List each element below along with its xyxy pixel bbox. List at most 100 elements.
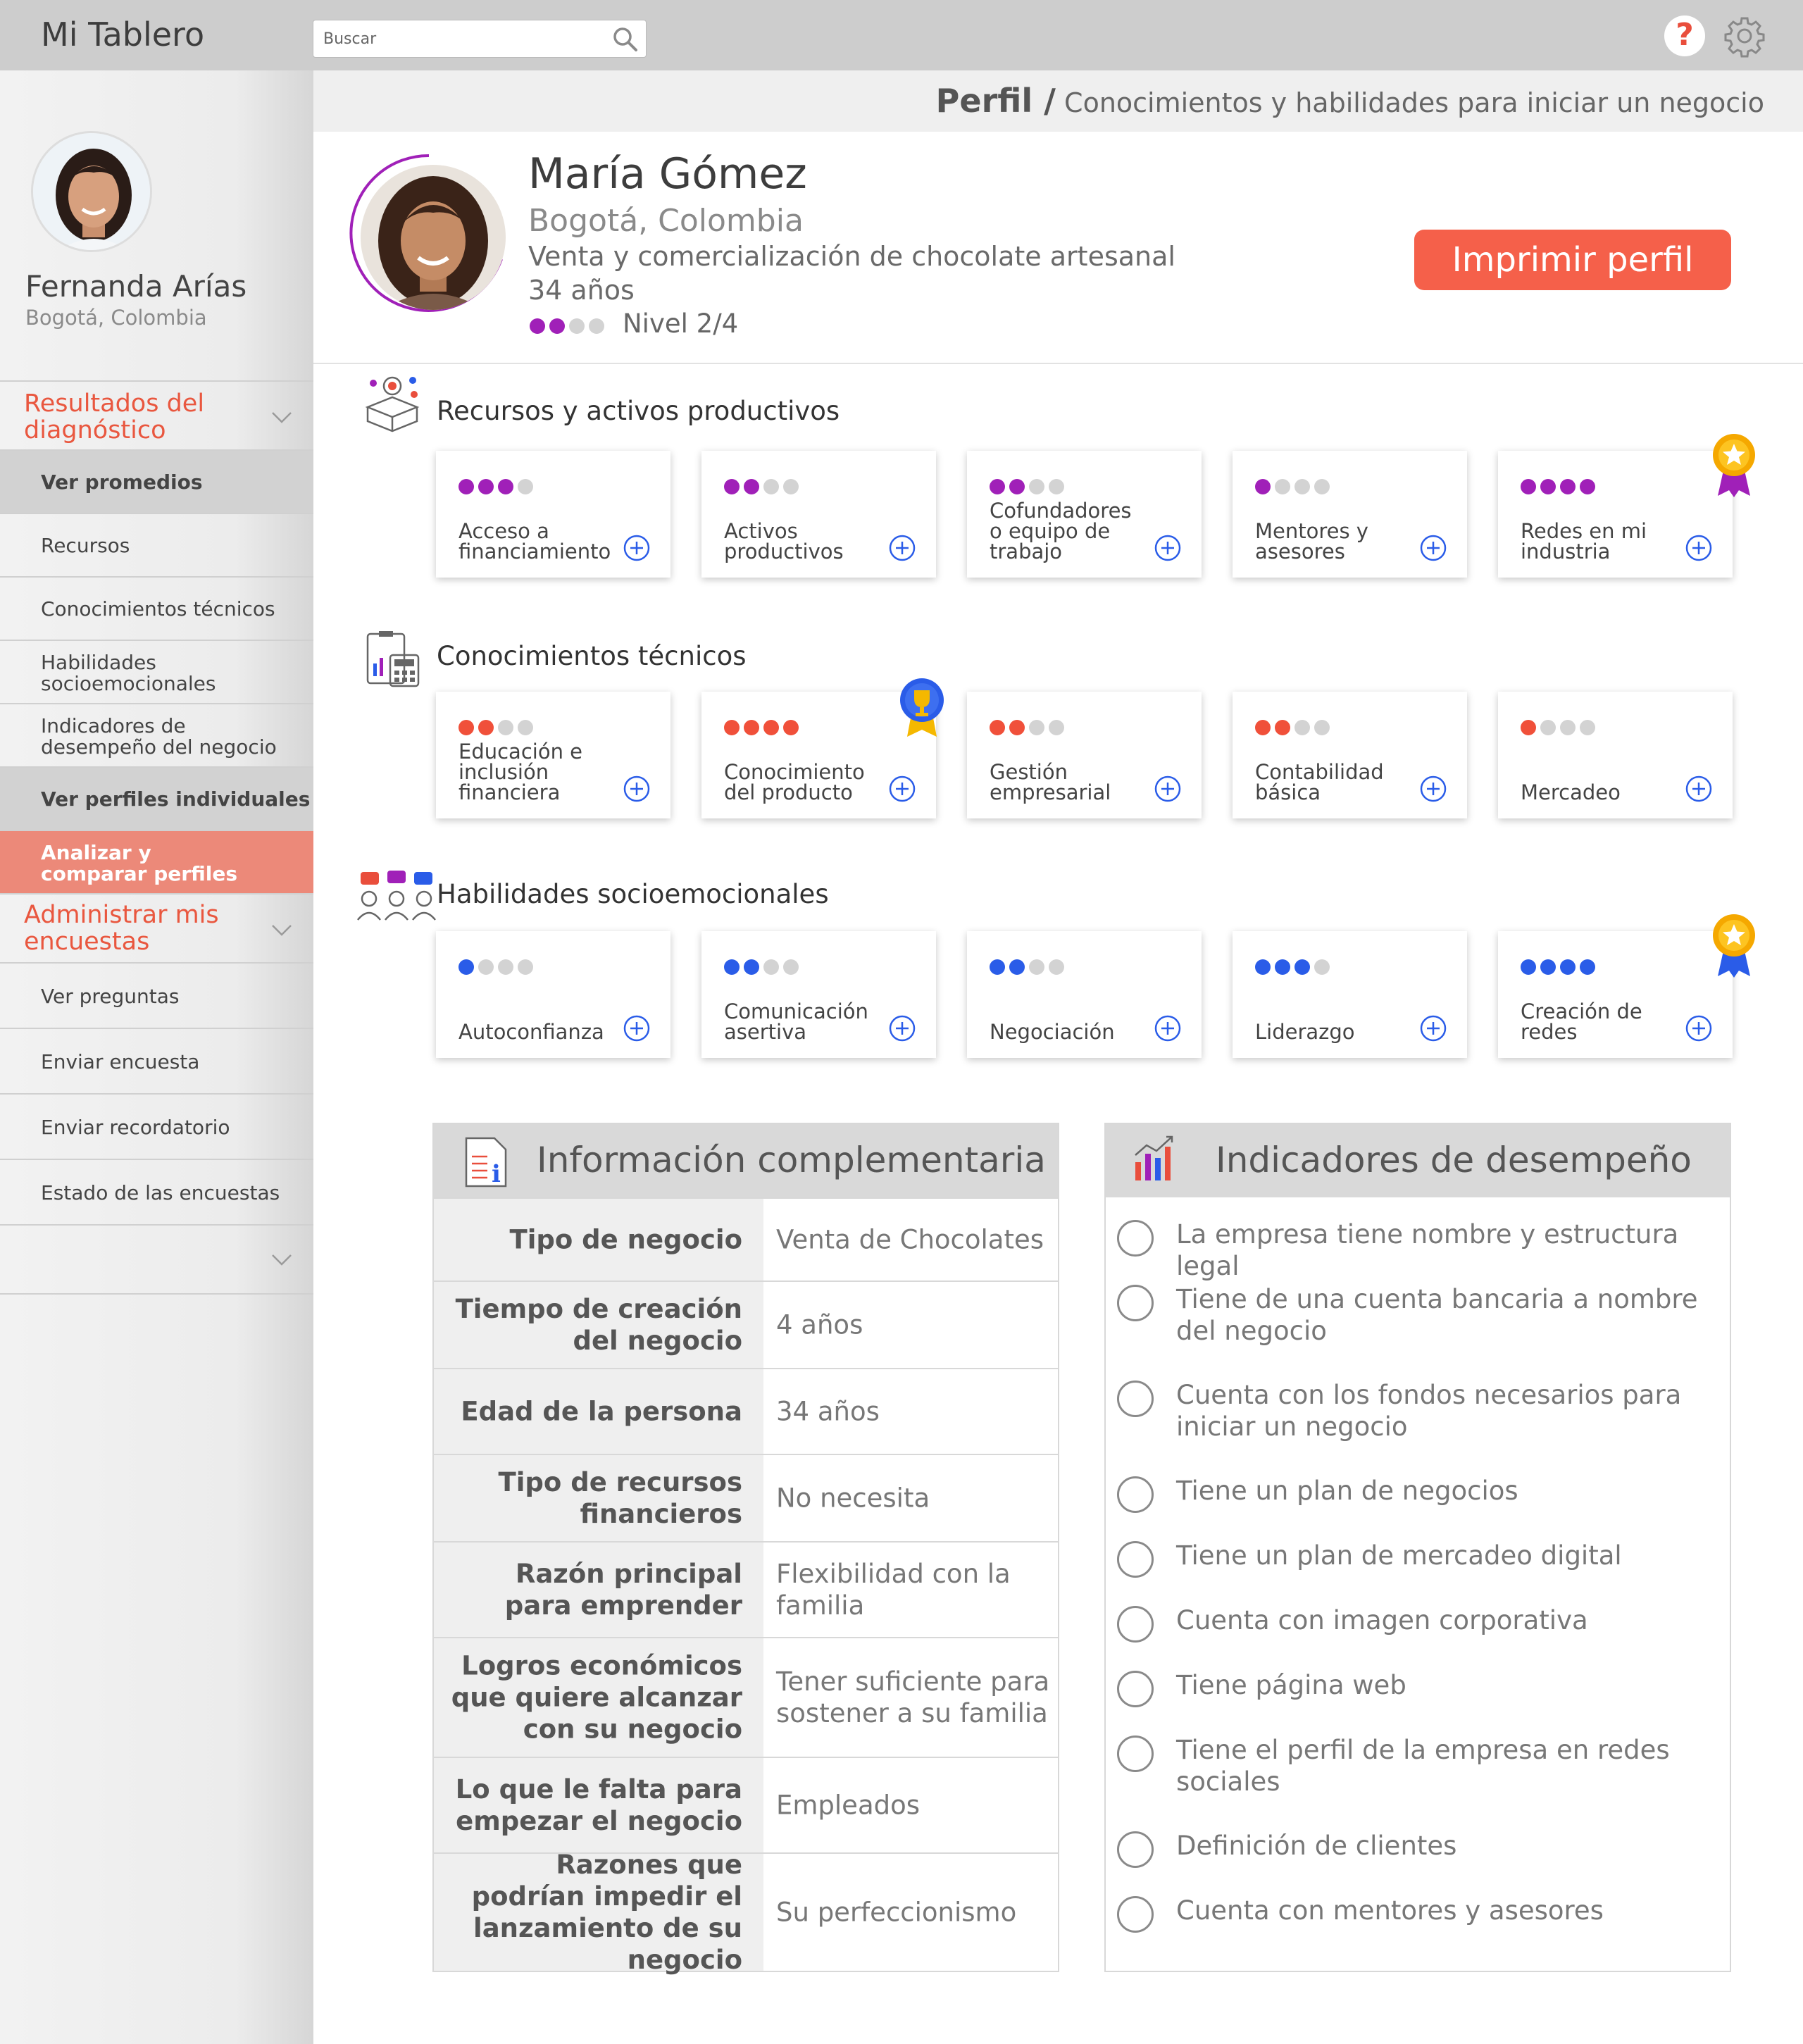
- help-icon[interactable]: ?: [1664, 15, 1705, 56]
- skill-card[interactable]: Comunicación asertiva: [701, 931, 936, 1058]
- skill-card[interactable]: Acceso a financiamiento: [436, 451, 670, 578]
- skill-level-dots: [1255, 720, 1334, 738]
- skill-card[interactable]: Liderazgo: [1233, 931, 1467, 1058]
- plus-icon[interactable]: [623, 1014, 651, 1042]
- skill-card[interactable]: Gestión empresarial: [967, 692, 1202, 818]
- level-dot-empty: [1314, 720, 1330, 735]
- plus-icon[interactable]: [1419, 534, 1447, 562]
- nav-item-more[interactable]: [0, 1226, 313, 1295]
- info-key: Tipo de recursos financieros: [498, 1467, 743, 1529]
- indicator-radio[interactable]: [1117, 1606, 1154, 1643]
- info-row: Logros económicos que quiere alcanzar co…: [434, 1637, 1059, 1757]
- skill-card[interactable]: Educación e inclusión financiera: [436, 692, 670, 818]
- skill-card[interactable]: Contabilidad básica: [1233, 692, 1467, 818]
- nav-item-ver-promedios[interactable]: Ver promedios: [0, 451, 313, 514]
- plus-icon[interactable]: [1685, 775, 1713, 803]
- skill-card[interactable]: Mentores y asesores: [1233, 451, 1467, 578]
- skill-card-label: Activos productivos: [724, 519, 844, 563]
- skill-level-dots: [458, 720, 537, 738]
- nav-item-indicadores[interactable]: Indicadores de desempeño del negocio: [0, 704, 313, 768]
- skill-card[interactable]: Mercadeo: [1498, 692, 1733, 818]
- plus-icon[interactable]: [888, 775, 916, 803]
- bar-chart-icon: [1135, 1135, 1173, 1180]
- chevron-down-icon[interactable]: [271, 1254, 292, 1266]
- skill-card[interactable]: Activos productivos: [701, 451, 936, 578]
- plus-icon[interactable]: [1419, 775, 1447, 803]
- level-dot-filled: [990, 479, 1005, 494]
- indicator-radio[interactable]: [1117, 1896, 1154, 1933]
- chevron-down-icon[interactable]: [271, 411, 292, 424]
- blue-medal-icon: [1711, 911, 1757, 979]
- breadcrumb-bar: Perfil / Conocimientos y habilidades par…: [313, 70, 1803, 132]
- plus-icon[interactable]: [623, 775, 651, 803]
- info-key-cell: Edad de la persona: [434, 1369, 763, 1454]
- nav-item-conocimientos-tecnicos[interactable]: Conocimientos técnicos: [0, 578, 313, 641]
- nav-item-analizar-perfiles[interactable]: Analizar y comparar perfiles: [0, 831, 313, 895]
- plus-icon[interactable]: [1154, 1014, 1182, 1042]
- level-dot-filled: [744, 479, 759, 494]
- level-dot-empty: [1580, 720, 1595, 735]
- skill-card[interactable]: Autoconfianza: [436, 931, 670, 1058]
- skill-card[interactable]: Redes en mi industria: [1498, 451, 1733, 578]
- nav-item-estado-encuestas[interactable]: Estado de las encuestas: [0, 1160, 313, 1226]
- nav-item-label: Estado de las encuestas: [41, 1181, 280, 1204]
- indicator-radio[interactable]: [1117, 1220, 1154, 1257]
- level-dot-filled: [1009, 479, 1025, 494]
- nav-item-habilidades[interactable]: Habilidades socioemocionales: [0, 641, 313, 704]
- plus-icon[interactable]: [1154, 775, 1182, 803]
- level-dot-empty: [478, 959, 494, 975]
- nav-section-resultados[interactable]: Resultados del diagnóstico: [0, 380, 313, 451]
- nav-item-label: Ver perfiles individuales: [41, 787, 311, 811]
- indicator-radio[interactable]: [1117, 1671, 1154, 1707]
- indicator-label: Cuenta con imagen corporativa: [1176, 1605, 1588, 1635]
- level-dot-empty: [763, 959, 779, 975]
- nav-item-enviar-recordatorio[interactable]: Enviar recordatorio: [0, 1095, 313, 1160]
- plus-icon[interactable]: [1154, 534, 1182, 562]
- search-input[interactable]: [323, 27, 605, 50]
- indicator-radio[interactable]: [1117, 1831, 1154, 1868]
- plus-icon[interactable]: [623, 534, 651, 562]
- indicator-radio[interactable]: [1117, 1735, 1154, 1772]
- skill-card-label: Mentores y asesores: [1255, 519, 1368, 563]
- search-icon[interactable]: [611, 25, 640, 54]
- nav-item-ver-preguntas[interactable]: Ver preguntas: [0, 964, 313, 1029]
- nav-section-administrar[interactable]: Administrar mis encuestas: [0, 895, 313, 964]
- info-key: Tiempo de creación del negocio: [455, 1294, 742, 1356]
- indicator-radio[interactable]: [1117, 1541, 1154, 1578]
- plus-icon[interactable]: [1685, 1014, 1713, 1042]
- skill-card-label: Gestión empresarial: [990, 760, 1111, 804]
- level-dot-filled: [498, 479, 513, 494]
- info-row: Edad de la persona 34 años: [434, 1368, 1059, 1454]
- plus-icon[interactable]: [888, 534, 916, 562]
- indicator-label: Tiene un plan de mercadeo digital: [1176, 1540, 1622, 1571]
- chevron-down-icon[interactable]: [271, 924, 292, 937]
- trophy-badge-icon: [899, 672, 945, 740]
- skill-card[interactable]: Negociación: [967, 931, 1202, 1058]
- breadcrumb-root[interactable]: Perfil /: [936, 82, 1056, 120]
- gear-icon[interactable]: [1723, 14, 1766, 58]
- level-dot-empty: [763, 479, 779, 494]
- indicator-radio[interactable]: [1117, 1285, 1154, 1321]
- plus-icon[interactable]: [1685, 534, 1713, 562]
- skill-card[interactable]: Creación de redes: [1498, 931, 1733, 1058]
- skill-level-dots: [458, 959, 537, 978]
- info-key: Logros económicos que quiere alcanzar co…: [451, 1650, 742, 1745]
- user-avatar[interactable]: [31, 131, 152, 252]
- nav-item-recursos[interactable]: Recursos: [0, 514, 313, 578]
- search-box[interactable]: [313, 20, 647, 58]
- level-dot-filled: [724, 959, 740, 975]
- plus-icon[interactable]: [888, 1014, 916, 1042]
- indicator-radio[interactable]: [1117, 1476, 1154, 1513]
- indicators-panel: Indicadores de desempeño La empresa tien…: [1104, 1123, 1731, 1972]
- nav-item-ver-perfiles[interactable]: Ver perfiles individuales: [0, 768, 313, 831]
- info-value: Flexibilidad con la familia: [776, 1559, 1011, 1621]
- level-dot-filled: [1009, 720, 1025, 735]
- print-profile-button[interactable]: Imprimir perfil: [1414, 230, 1731, 290]
- breadcrumb: Perfil / Conocimientos y habilidades par…: [936, 82, 1764, 120]
- skill-card[interactable]: Cofundadores o equipo de trabajo: [967, 451, 1202, 578]
- indicator-radio[interactable]: [1117, 1381, 1154, 1417]
- level-dot-empty: [498, 720, 513, 735]
- plus-icon[interactable]: [1419, 1014, 1447, 1042]
- info-panel-title: Información complementaria: [537, 1140, 1046, 1180]
- nav-item-enviar-encuesta[interactable]: Enviar encuesta: [0, 1029, 313, 1095]
